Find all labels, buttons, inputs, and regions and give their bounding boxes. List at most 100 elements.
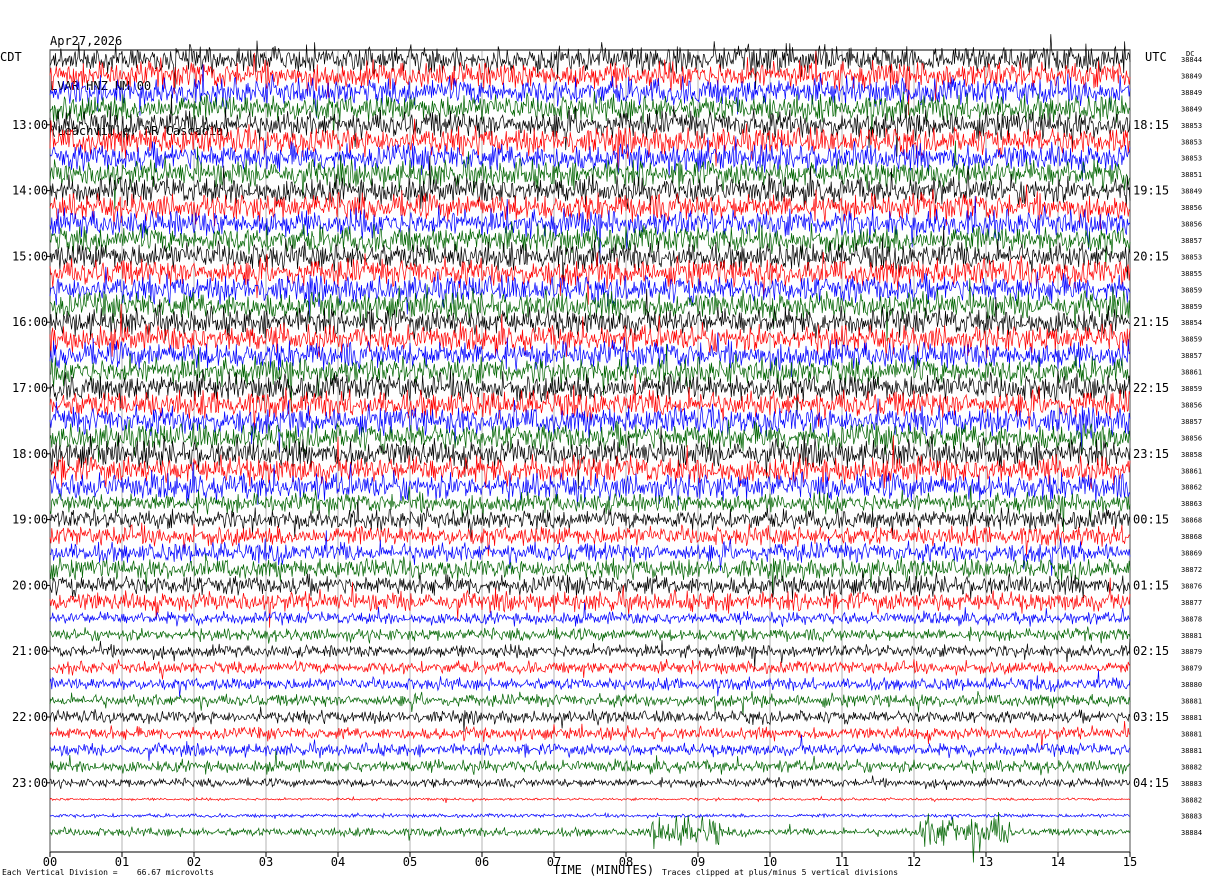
right-hour-label: 18:15 [1133, 118, 1169, 132]
dc-offset-value: 38863 [1181, 500, 1202, 508]
right-hour-label: 02:15 [1133, 644, 1169, 658]
x-tick-label: 10 [763, 855, 777, 869]
dc-offset-value: 38857 [1181, 352, 1202, 360]
dc-offset-value: 38880 [1181, 681, 1202, 689]
right-hour-label: 20:15 [1133, 249, 1169, 263]
dc-offset-value: 38856 [1181, 204, 1202, 212]
dc-offset-value: 38883 [1181, 780, 1202, 788]
dc-offset-value: 38881 [1181, 714, 1202, 722]
dc-offset-value: 38844 [1181, 56, 1202, 64]
dc-offset-value: 38853 [1181, 138, 1202, 146]
dc-offset-value: 38855 [1181, 270, 1202, 278]
trace-row-25 [49, 435, 1131, 489]
trace-row-0 [49, 34, 1131, 90]
x-tick-label: 00 [43, 855, 57, 869]
trace-row-39 [49, 691, 1131, 716]
right-hour-label: 19:15 [1133, 184, 1169, 198]
right-hour-label: 22:15 [1133, 381, 1169, 395]
dc-offset-value: 38849 [1181, 89, 1202, 97]
left-hour-label: 14:00 [12, 184, 48, 198]
dc-offset-value: 38861 [1181, 467, 1202, 475]
right-hour-label: 04:15 [1133, 776, 1169, 790]
right-hour-label: 21:15 [1133, 315, 1169, 329]
dc-offset-value: 38853 [1181, 122, 1202, 130]
left-hour-label: 13:00 [12, 118, 48, 132]
trace-row-34 [49, 602, 1131, 627]
left-hour-label: 19:00 [12, 513, 48, 527]
dc-offset-value: 38876 [1181, 582, 1202, 590]
x-tick-label: 05 [403, 855, 417, 869]
x-tick-label: 01 [115, 855, 129, 869]
x-tick-label: 06 [475, 855, 489, 869]
dc-offset-value: 38859 [1181, 336, 1202, 344]
dc-offset-value: 38857 [1181, 237, 1202, 245]
x-tick-label: 13 [979, 855, 993, 869]
dc-offset-value: 38881 [1181, 747, 1202, 755]
trace-row-47 [49, 811, 1131, 863]
x-tick-label: 14 [1051, 855, 1065, 869]
x-tick-label: 03 [259, 855, 273, 869]
right-hour-label: 01:15 [1133, 578, 1169, 592]
trace-row-44 [49, 775, 1131, 790]
dc-offset-value: 38859 [1181, 385, 1202, 393]
trace-row-38 [49, 670, 1131, 697]
x-tick-label: 04 [331, 855, 345, 869]
left-hour-label: 16:00 [12, 315, 48, 329]
trace-row-46 [49, 812, 1131, 821]
dc-offset-value: 38853 [1181, 155, 1202, 163]
dc-offset-value: 38858 [1181, 451, 1202, 459]
left-hour-label: 17:00 [12, 381, 48, 395]
left-hour-label: 15:00 [12, 249, 48, 263]
dc-offset-value: 38881 [1181, 632, 1202, 640]
trace-row-43 [49, 750, 1131, 776]
dc-offset-value: 38856 [1181, 401, 1202, 409]
dc-offset-value: 38859 [1181, 286, 1202, 294]
dc-offset-value: 38869 [1181, 550, 1202, 558]
dc-offset-value: 38851 [1181, 171, 1202, 179]
trace-row-35 [49, 626, 1131, 644]
trace-row-45 [49, 795, 1131, 803]
trace-row-31 [49, 552, 1131, 593]
dc-offset-value: 38859 [1181, 303, 1202, 311]
right-hour-label: 23:15 [1133, 447, 1169, 461]
x-tick-label: 11 [835, 855, 849, 869]
dc-offset-value: 38878 [1181, 615, 1202, 623]
dc-offset-value: 38857 [1181, 418, 1202, 426]
dc-offset-value: 38868 [1181, 517, 1202, 525]
left-hour-label: 23:00 [12, 776, 48, 790]
dc-offset-value: 38879 [1181, 648, 1202, 656]
dc-offset-value: 38849 [1181, 72, 1202, 80]
dc-offset-value: 38861 [1181, 369, 1202, 377]
dc-offset-value: 38854 [1181, 319, 1202, 327]
dc-offset-value: 38856 [1181, 434, 1202, 442]
left-hour-label: 21:00 [12, 644, 48, 658]
trace-row-37 [49, 659, 1131, 680]
dc-offset-value: 38849 [1181, 188, 1202, 196]
dc-offset-value: 38849 [1181, 105, 1202, 113]
dc-offset-value: 38881 [1181, 730, 1202, 738]
dc-offset-value: 38882 [1181, 763, 1202, 771]
dc-offset-value: 38883 [1181, 813, 1202, 821]
x-tick-label: 09 [691, 855, 705, 869]
trace-row-40 [49, 706, 1131, 732]
trace-row-12 [49, 225, 1131, 284]
x-tick-label: 15 [1123, 855, 1137, 869]
x-axis-title: TIME (MINUTES) [553, 863, 655, 877]
trace-row-41 [49, 720, 1131, 750]
scale-note: Each Vertical Division = 66.67 microvolt… [2, 868, 214, 877]
left-hour-label: 20:00 [12, 578, 48, 592]
clip-note: Traces clipped at plus/minus 5 vertical … [662, 868, 899, 877]
dc-offset-value: 38879 [1181, 665, 1202, 673]
dc-offset-value: 38868 [1181, 533, 1202, 541]
trace-row-27 [49, 485, 1131, 533]
trace-row-36 [49, 638, 1131, 670]
left-hour-label: 22:00 [12, 710, 48, 724]
dc-offset-value: 38856 [1181, 221, 1202, 229]
seismogram-plot: 38844 38849 38849 38849 38853 38853 38853 38851… [12, 34, 1202, 869]
dc-offset-value: 38862 [1181, 484, 1202, 492]
dc-offset-value: 38884 [1181, 829, 1202, 837]
right-hour-label: 03:15 [1133, 710, 1169, 724]
x-tick-label: 02 [187, 855, 201, 869]
dc-offset-value: 38882 [1181, 796, 1202, 804]
dc-offset-value: 38881 [1181, 698, 1202, 706]
